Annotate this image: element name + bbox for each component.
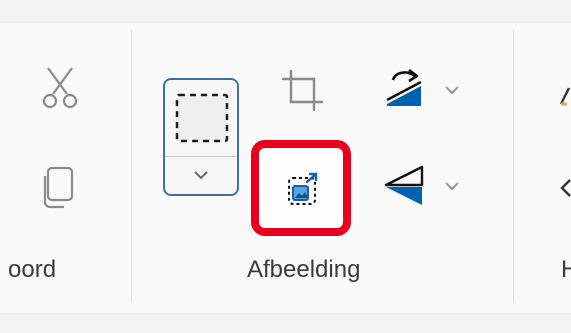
- crop-icon[interactable]: [280, 68, 326, 114]
- chevron-down-icon[interactable]: [444, 84, 460, 96]
- select-split-button[interactable]: [163, 78, 239, 196]
- group-label-clipboard: oord: [8, 256, 57, 283]
- chevron-down-icon: [194, 171, 208, 180]
- group-separator: [131, 30, 132, 302]
- rotate-icon[interactable]: [381, 66, 427, 110]
- group-separator: [513, 30, 514, 302]
- select-icon: [175, 93, 229, 143]
- select-dropdown-button[interactable]: [165, 157, 237, 194]
- chevron-down-icon[interactable]: [444, 180, 460, 192]
- resize-icon: [288, 172, 318, 205]
- scissors-icon[interactable]: [40, 64, 80, 112]
- select-button[interactable]: [165, 80, 237, 157]
- flip-icon[interactable]: [382, 163, 426, 209]
- partial-tool-icon[interactable]: [560, 178, 571, 198]
- group-label-image: Afbeelding: [247, 256, 361, 283]
- partial-tool-icon[interactable]: [559, 84, 571, 106]
- copy-icon[interactable]: [42, 164, 78, 210]
- resize-button-highlight[interactable]: [251, 140, 351, 236]
- group-label-next: H: [561, 256, 571, 283]
